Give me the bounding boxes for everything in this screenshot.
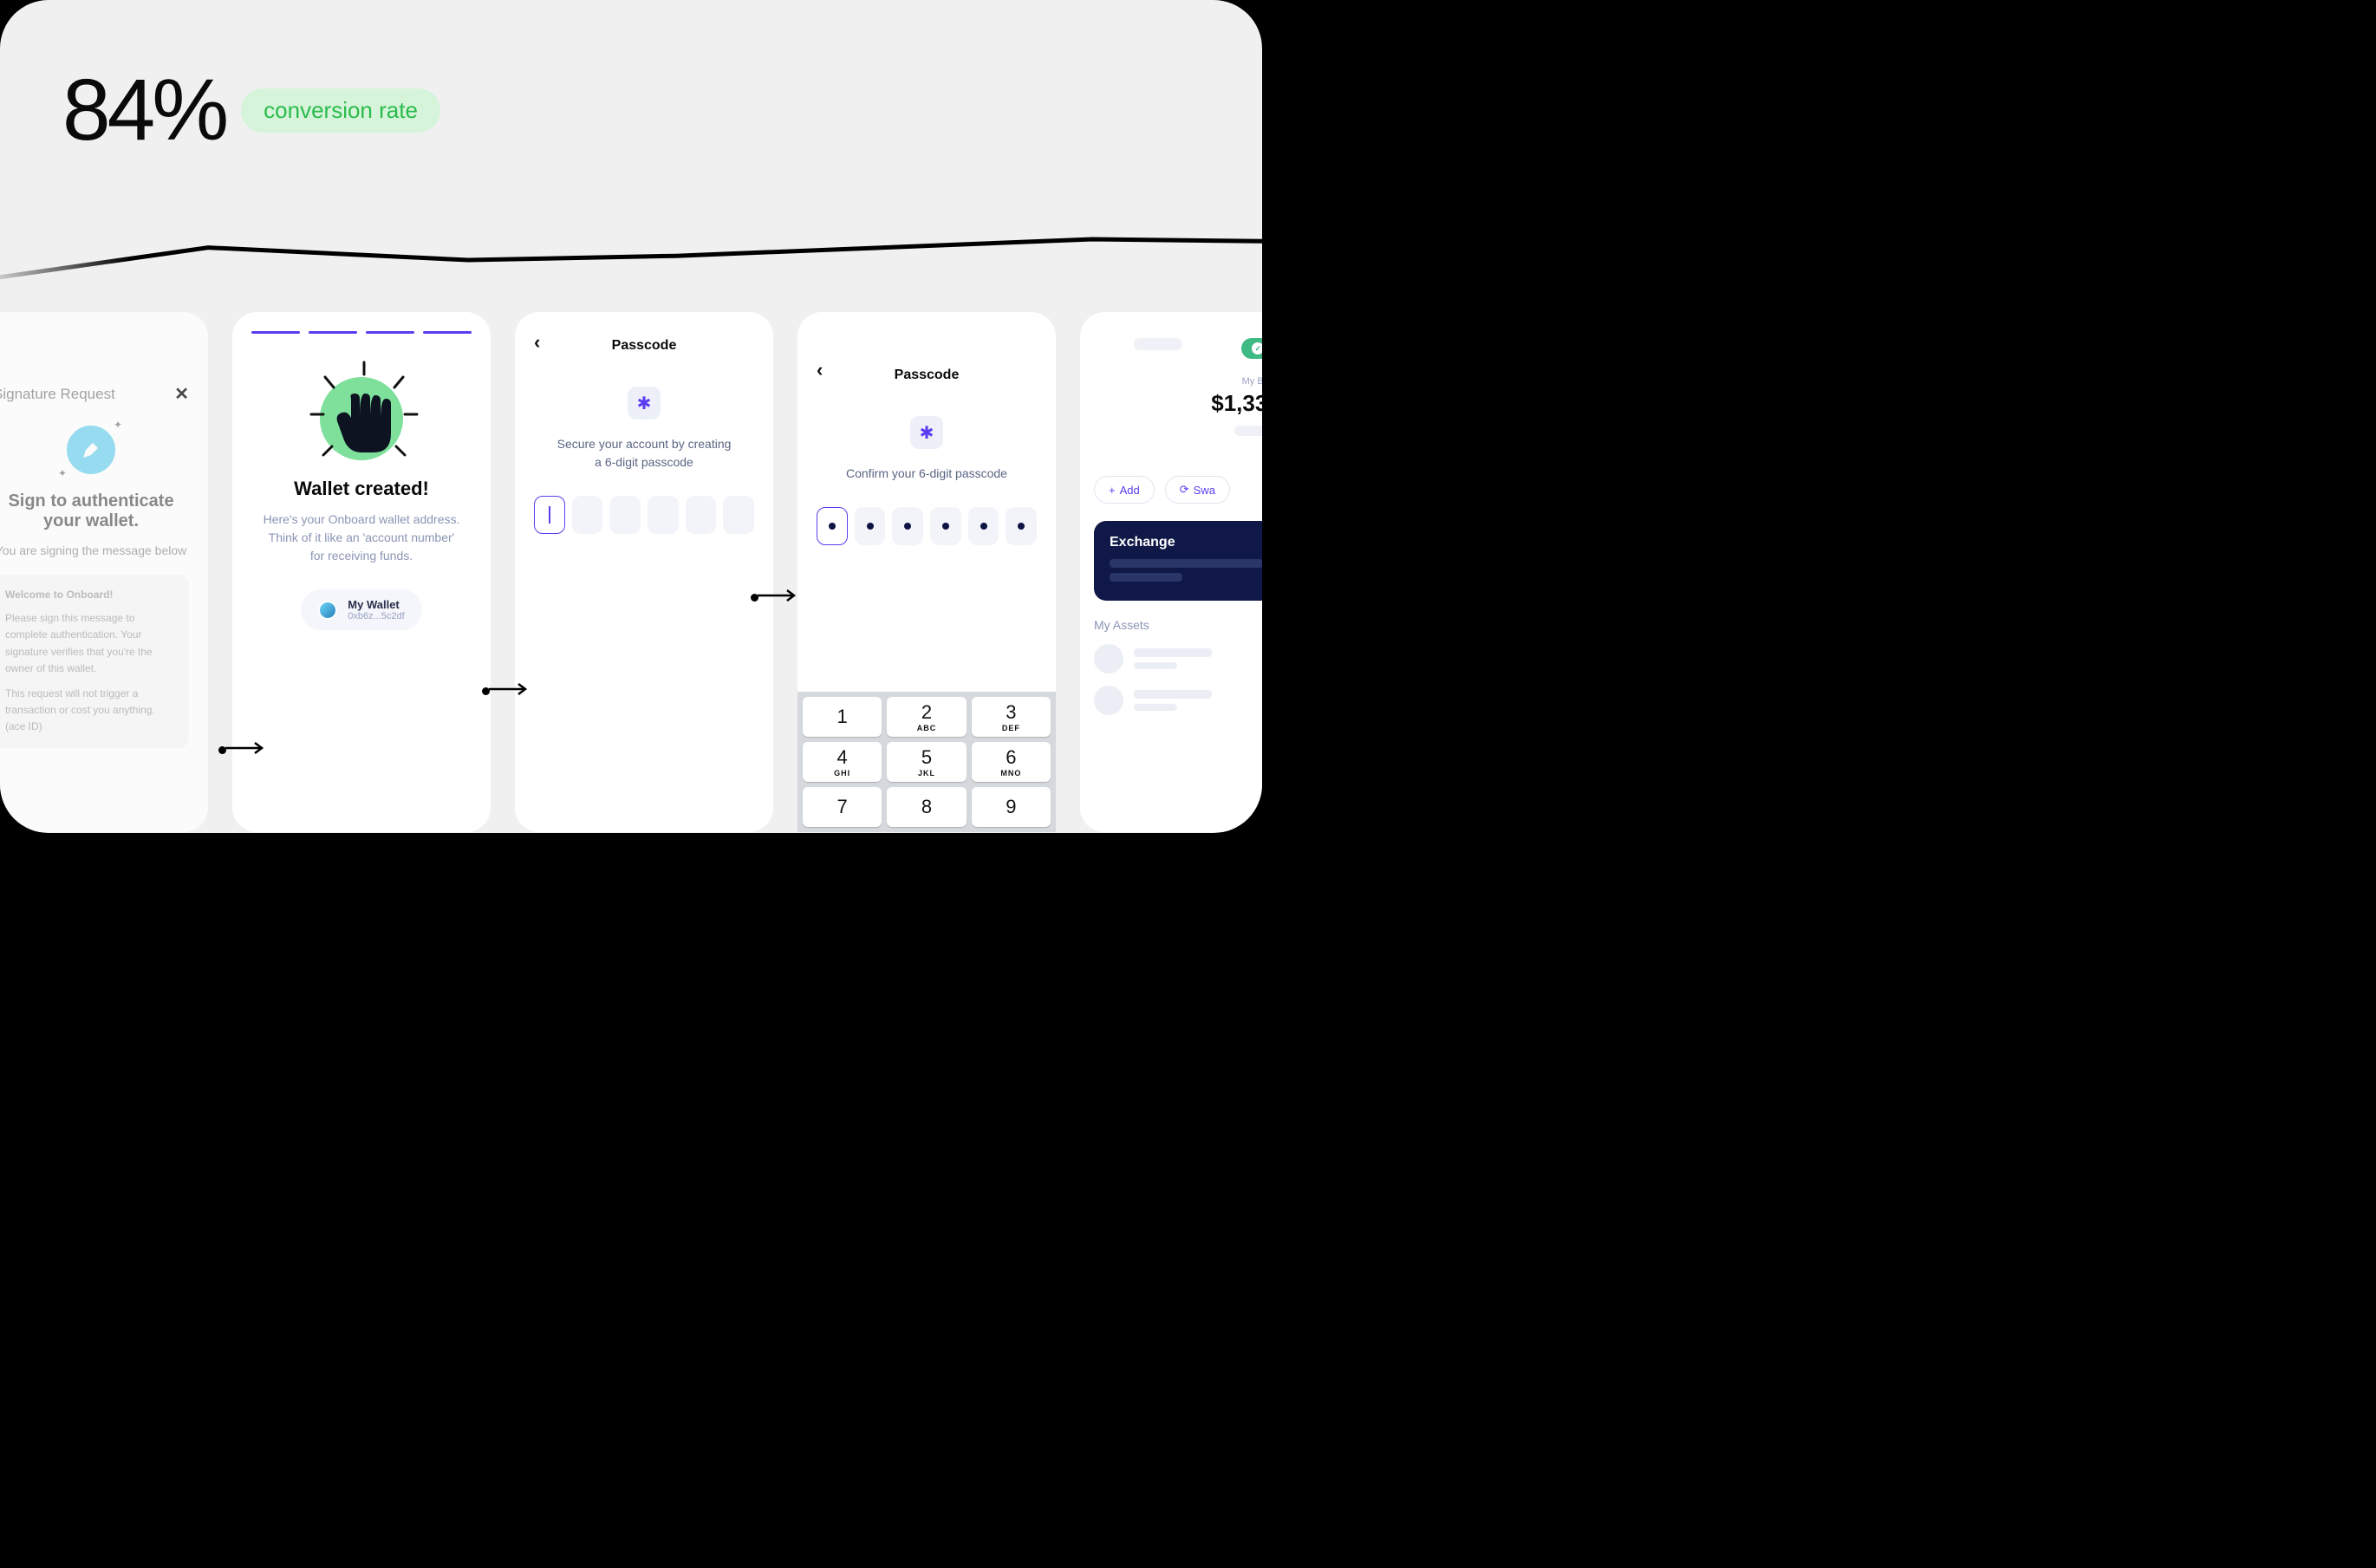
passcode-digit[interactable] (648, 496, 679, 534)
passcode-digit[interactable] (968, 507, 999, 545)
passcode-digit[interactable] (723, 496, 754, 534)
wallet-address-chip[interactable]: My Wallet 0xb6z...5c2df (301, 589, 421, 630)
passcode-confirm-input[interactable] (817, 507, 1037, 545)
progress-indicator (251, 331, 472, 334)
signature-title: Signature Request (0, 386, 115, 403)
passcode-create-card: ‹ Passcode ✱ Secure your account by crea… (515, 312, 773, 832)
passcode-input[interactable] (534, 496, 754, 534)
balance-card: C My Balanc $1,331. +Add ⟳Swa Exchange M… (1080, 312, 1262, 832)
passcode-digit[interactable] (686, 496, 717, 534)
skeleton (1234, 426, 1262, 436)
exchange-card[interactable]: Exchange (1094, 521, 1262, 601)
keypad-key-4[interactable]: 4GHI (803, 742, 882, 782)
keypad-key-3[interactable]: 3DEF (972, 697, 1051, 737)
keypad-key-5[interactable]: 5JKL (887, 742, 966, 782)
conversion-percent: 84% (62, 61, 225, 160)
assets-label: My Assets (1094, 618, 1262, 632)
conversion-pill: conversion rate (241, 88, 440, 133)
keypad-key-2[interactable]: 2ABC (887, 697, 966, 737)
close-icon[interactable]: ✕ (174, 383, 189, 405)
flow-arrow-icon (751, 582, 799, 609)
signature-message-box: Welcome to Onboard! Please sign this mes… (0, 575, 189, 748)
wallet-illustration (251, 377, 472, 460)
passcode-digit[interactable] (534, 496, 565, 534)
add-button[interactable]: +Add (1094, 476, 1155, 504)
asset-row[interactable] (1094, 644, 1262, 673)
balance-value: $1,331. (1094, 390, 1262, 417)
exchange-title: Exchange (1110, 535, 1262, 550)
back-icon[interactable]: ‹ (534, 331, 540, 354)
wallet-name: My Wallet (348, 598, 404, 611)
swap-button[interactable]: ⟳Swa (1165, 476, 1230, 504)
passcode-confirm-card: ‹ Passcode ✱ Confirm your 6-digit passco… (797, 312, 1056, 832)
balance-label: My Balanc (1094, 376, 1262, 387)
keypad-key-7[interactable]: 7 (803, 787, 882, 827)
passcode-desc: Secure your account by creating a 6-digi… (534, 435, 754, 472)
passcode-digit[interactable] (817, 507, 848, 545)
passcode-digit[interactable] (892, 507, 923, 545)
signature-heading: Sign to authenticate your wallet. (0, 491, 189, 531)
asset-icon (1094, 644, 1123, 673)
passcode-digit[interactable] (1006, 507, 1037, 545)
flow-arrow-icon (218, 735, 267, 762)
passcode-digit[interactable] (855, 507, 886, 545)
pen-icon (67, 426, 115, 474)
onboarding-cards: Signature Request ✕ ✦ ✦ Sign to authenti… (0, 312, 1262, 832)
passcode-confirm-desc: Confirm your 6-digit passcode (817, 465, 1037, 483)
passcode-digit[interactable] (572, 496, 603, 534)
passcode-confirm-title: Passcode (817, 368, 1037, 383)
signature-request-card: Signature Request ✕ ✦ ✦ Sign to authenti… (0, 312, 208, 832)
asset-row[interactable] (1094, 686, 1262, 715)
header: 84% conversion rate (62, 61, 440, 160)
asterisk-icon: ✱ (628, 387, 661, 420)
passcode-digit[interactable] (609, 496, 641, 534)
back-icon[interactable]: ‹ (817, 359, 823, 381)
wallet-address: 0xb6z...5c2df (348, 611, 404, 621)
asset-icon (1094, 686, 1123, 715)
numeric-keypad: 12ABC3DEF 4GHI5JKL6MNO 789 (797, 692, 1056, 832)
wallet-created-desc: Here's your Onboard wallet address. Thin… (251, 511, 472, 565)
hero-canvas: 84% conversion rate Signature Request ✕ … (0, 0, 1262, 833)
signature-subtitle: You are signing the message below (0, 543, 189, 557)
passcode-title: Passcode (534, 338, 754, 354)
swap-icon: ⟳ (1180, 483, 1189, 497)
sparkle-icon: ✦ (114, 419, 122, 431)
keypad-key-1[interactable]: 1 (803, 697, 882, 737)
passcode-digit[interactable] (930, 507, 961, 545)
flow-arrow-icon (482, 676, 531, 703)
wallet-created-card: Wallet created! Here's your Onboard wall… (232, 312, 491, 832)
plus-icon: + (1109, 484, 1116, 497)
keypad-key-9[interactable]: 9 (972, 787, 1051, 827)
keypad-key-8[interactable]: 8 (887, 787, 966, 827)
sparkle-icon: ✦ (58, 467, 67, 479)
skeleton (1134, 338, 1182, 350)
asterisk-icon: ✱ (910, 416, 943, 449)
trend-line-chart (0, 208, 1262, 312)
verified-badge: C (1241, 338, 1262, 359)
wallet-avatar-icon (318, 601, 337, 620)
keypad-key-6[interactable]: 6MNO (972, 742, 1051, 782)
